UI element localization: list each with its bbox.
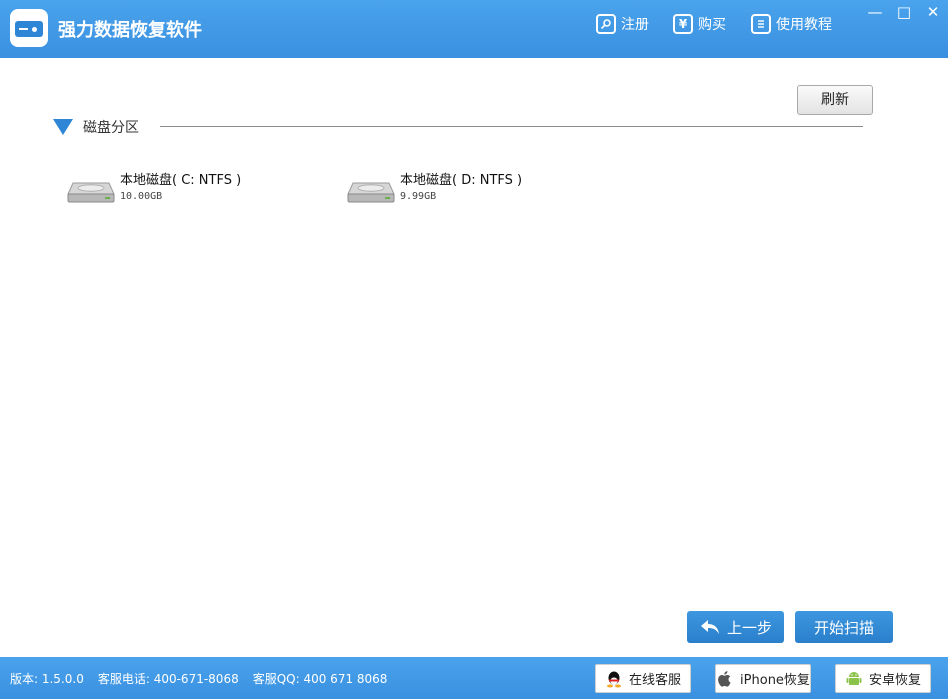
buy-button[interactable]: ¥ 购买	[673, 14, 726, 34]
online-service-label: 在线客服	[628, 673, 681, 688]
book-icon	[751, 14, 771, 34]
app-title: 强力数据恢复软件	[58, 20, 202, 41]
maximize-button[interactable]: □	[893, 2, 915, 22]
tutorial-label: 使用教程	[776, 17, 832, 33]
hard-drive-icon	[67, 182, 115, 203]
apple-icon	[718, 670, 731, 687]
status-info: 版本: 1.5.0.0 客服电话: 400-671-8068 客服QQ: 400…	[10, 670, 387, 687]
drive-size: 9.99GB	[400, 191, 437, 202]
drive-name: 本地磁盘( C: NTFS )	[120, 173, 242, 188]
back-label: 上一步	[726, 618, 772, 637]
back-arrow-icon	[700, 620, 719, 634]
qq-icon	[606, 671, 621, 687]
tutorial-button[interactable]: 使用教程	[751, 14, 832, 34]
close-button[interactable]: ✕	[922, 2, 944, 22]
buy-label: 购买	[698, 17, 726, 33]
android-recovery-label: 安卓恢复	[868, 673, 921, 688]
section-title: 磁盘分区	[83, 120, 139, 136]
register-label: 注册	[621, 17, 649, 33]
disk-logo-icon	[10, 9, 48, 47]
phone-text: 客服电话: 400-671-8068	[97, 672, 239, 686]
minimize-button[interactable]: —	[864, 2, 886, 22]
yen-icon: ¥	[673, 14, 693, 34]
section-divider	[160, 126, 863, 127]
online-service-button[interactable]: 在线客服	[595, 664, 691, 693]
start-scan-button[interactable]: 开始扫描	[795, 611, 893, 643]
android-recovery-button[interactable]: 安卓恢复	[835, 664, 931, 693]
collapse-triangle-icon[interactable]	[53, 119, 73, 135]
drive-item-c[interactable]: 本地磁盘( C: NTFS ) 10.00GB	[67, 166, 307, 210]
version-text: 版本: 1.5.0.0	[10, 672, 84, 686]
status-bar: 版本: 1.5.0.0 客服电话: 400-671-8068 客服QQ: 400…	[0, 657, 948, 699]
hard-drive-icon	[347, 182, 395, 203]
title-bar: 强力数据恢复软件 注册 ¥ 购买 使用教程 — □ ✕	[0, 0, 948, 58]
iphone-recovery-label: iPhone恢复	[740, 673, 810, 688]
iphone-recovery-button[interactable]: iPhone恢复	[715, 664, 811, 693]
drive-name: 本地磁盘( D: NTFS )	[400, 173, 523, 188]
refresh-button[interactable]: 刷新	[797, 85, 873, 115]
back-button[interactable]: 上一步	[687, 611, 784, 643]
key-icon	[596, 14, 616, 34]
drive-size: 10.00GB	[120, 191, 163, 202]
register-button[interactable]: 注册	[596, 14, 649, 34]
android-icon	[846, 671, 862, 685]
qq-text: 客服QQ: 400 671 8068	[252, 672, 388, 686]
drive-item-d[interactable]: 本地磁盘( D: NTFS ) 9.99GB	[347, 166, 587, 210]
